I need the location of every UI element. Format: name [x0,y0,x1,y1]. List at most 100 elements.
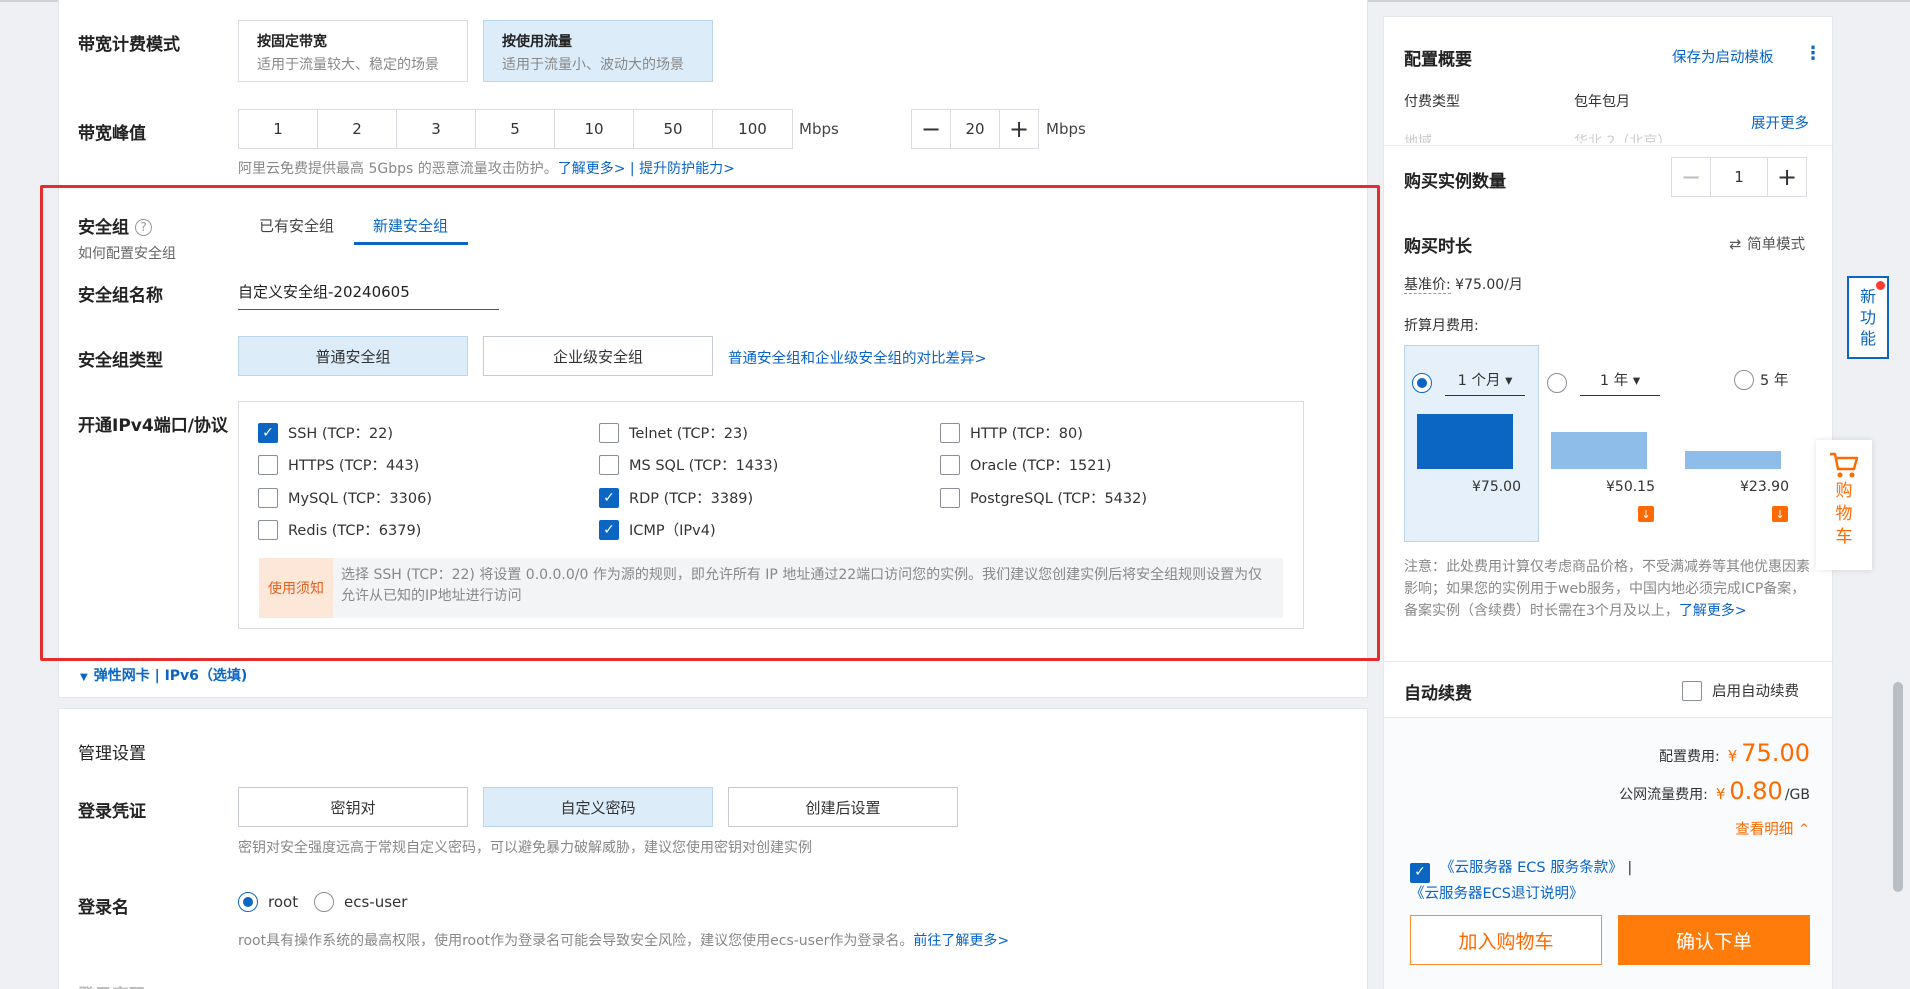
cart-char: 车 [1835,527,1853,547]
caret-down-icon: ▼ [80,672,88,683]
cart-char: 购 [1835,481,1853,501]
radio-icon[interactable] [1547,372,1567,393]
summary-divider [1384,661,1834,662]
quantity-stepper: − 1 + [1671,157,1807,197]
peak-option[interactable]: 1 [239,110,318,148]
bandwidth-fixed-option[interactable]: 按固定带宽 适用于流量较大、稳定的场景 [238,20,468,82]
minus-button[interactable]: − [912,110,950,148]
more-icon[interactable]: ⋮ [1804,43,1822,64]
highlight-frame [40,185,1380,661]
peak-option[interactable]: 10 [555,110,634,148]
bandwidth-usage-option[interactable]: 按使用流量 适用于流量小、波动大的场景 [483,20,713,82]
refund-terms-link[interactable]: 《云服务器ECS退订说明》 [1410,886,1584,902]
option-title: 按使用流量 [502,34,572,50]
terms-link[interactable]: 《云服务器 ECS 服务条款》 [1440,860,1623,876]
checkbox-icon[interactable] [1682,680,1702,701]
save-template-link[interactable]: 保存为启动模板 [1672,46,1774,67]
radio-icon[interactable] [1734,369,1754,390]
radio-selected-icon[interactable] [238,892,258,912]
bandwidth-value[interactable]: 20 [950,110,1000,148]
radio-icon[interactable] [314,892,334,912]
duration-bar [1417,414,1513,469]
disclaimer-text: 注意：此处费用计算仅考虑商品价格，不受满减券等其他优惠因素影响；如果您的实例用于… [1404,559,1810,619]
ddos-note: 阿里云免费提供最高 5Gbps 的恶意流量攻击防护。了解更多> | 提升防护能力… [238,158,735,178]
cut-off-label: 登录密码 [78,981,146,989]
peak-option[interactable]: 100 [713,110,792,148]
login-name-label: 登录名 [78,898,129,918]
minus-button[interactable]: − [1672,158,1710,196]
summary-title: 配置概要 [1404,50,1472,70]
region-label: 地域 [1404,134,1432,143]
login-root-radio[interactable]: root [238,892,298,912]
credential-keypair-button[interactable]: 密钥对 [238,787,468,827]
plus-button[interactable]: + [1768,158,1806,196]
traffic-fee: 公网流量费用: ¥ 0.80 /GB [1619,777,1810,805]
plus-button[interactable]: + [1000,110,1038,148]
radio-selected-icon[interactable] [1412,372,1432,393]
add-to-cart-button[interactable]: 加入购物车 [1410,915,1602,965]
option-title: 按固定带宽 [257,34,327,50]
page-scrollbar[interactable] [1893,682,1903,892]
base-price: 基准价: ¥75.00/月 [1404,274,1523,294]
auto-renew-checkbox[interactable]: 启用自动续费 [1682,680,1799,701]
floating-cart-widget[interactable]: 购 物 车 [1816,440,1872,570]
config-fee-currency: ¥ [1727,747,1738,765]
peak-unit: Mbps [799,120,839,138]
eni-ipv6-toggle[interactable]: ▼ 弹性网卡 | IPv6（选填) [80,665,247,685]
login-note: root具有操作系统的最高权限，使用root作为登录名可能会导致安全风险，建议您… [238,930,1009,950]
view-details-label: 查看明细 [1735,822,1794,838]
new-feature-char: 能 [1859,329,1876,348]
stepper-unit: Mbps [1046,120,1086,138]
duration-bar [1551,432,1647,469]
learn-more-link[interactable]: 了解更多> [558,161,626,177]
price-1m: ¥75.00 [1472,479,1521,495]
duration-1m-select[interactable]: 1 个月 ▾ [1412,369,1525,396]
peak-option[interactable]: 2 [318,110,397,148]
simple-mode-label: 简单模式 [1747,237,1806,253]
auto-renew-option: 启用自动续费 [1712,684,1799,700]
view-details-link[interactable]: 查看明细 ⌃ [1735,818,1810,839]
duration-1y-select[interactable]: 1 年 ▾ [1547,369,1660,396]
login-ecs-user-radio[interactable]: ecs-user [314,892,407,912]
base-price-label: 基准价: [1404,277,1451,294]
traffic-fee-currency: ¥ [1715,785,1726,803]
duration-dropdown[interactable]: 1 年 ▾ [1580,369,1660,396]
eni-label: 弹性网卡 | IPv6（选填) [93,668,248,684]
checkbox-checked-icon[interactable]: ✓ [1410,862,1430,883]
traffic-fee-value: 0.80 [1729,777,1783,805]
radio-label: ecs-user [344,893,408,911]
traffic-fee-unit: /GB [1784,787,1810,803]
simple-mode-toggle[interactable]: ⇄ 简单模式 [1729,233,1805,254]
login-learn-more-link[interactable]: 前往了解更多> [913,933,1009,949]
pay-type-value: 包年包月 [1574,94,1630,110]
ddos-text: 阿里云免费提供最高 5Gbps 的恶意流量攻击防护。 [238,161,558,177]
new-feature-char: 功 [1859,308,1876,327]
link-separator: | [629,161,635,177]
duration-5y-select[interactable]: 5 年 [1734,369,1788,390]
new-feature-widget[interactable]: 新 功 能 [1847,276,1889,359]
disclaimer-learn-more[interactable]: 了解更多> [1679,603,1747,619]
base-price-value: ¥75.00/月 [1455,277,1523,293]
upgrade-protection-link[interactable]: 提升防护能力> [639,161,735,177]
duration-label-5y: 5 年 [1760,373,1789,389]
peak-option[interactable]: 3 [397,110,476,148]
credential-later-button[interactable]: 创建后设置 [728,787,958,827]
bandwidth-mode-label: 带宽计费模式 [78,35,180,55]
pay-type-label: 付费类型 [1404,94,1460,110]
shopping-cart-icon [1830,452,1859,478]
duration-label-1y: 1 年 [1599,373,1629,389]
peak-option[interactable]: 5 [476,110,555,148]
auto-renew-label: 自动续费 [1404,684,1472,704]
duration-dropdown[interactable]: 1 个月 ▾ [1445,369,1525,396]
summary-divider [1384,145,1834,146]
confirm-order-button[interactable]: 确认下单 [1618,915,1810,965]
credential-password-button[interactable]: 自定义密码 [483,787,713,827]
expand-more-link[interactable]: 展开更多 [1751,112,1809,133]
credential-label: 登录凭证 [78,802,146,822]
peak-option[interactable]: 50 [634,110,713,148]
quantity-value[interactable]: 1 [1710,158,1768,196]
terms-agreement: ✓ 《云服务器 ECS 服务条款》 | 《云服务器ECS退订说明》 [1410,857,1810,906]
price-drop-icon: ↓ [1772,506,1788,522]
cart-char: 物 [1835,504,1853,524]
swap-icon: ⇄ [1729,237,1742,253]
